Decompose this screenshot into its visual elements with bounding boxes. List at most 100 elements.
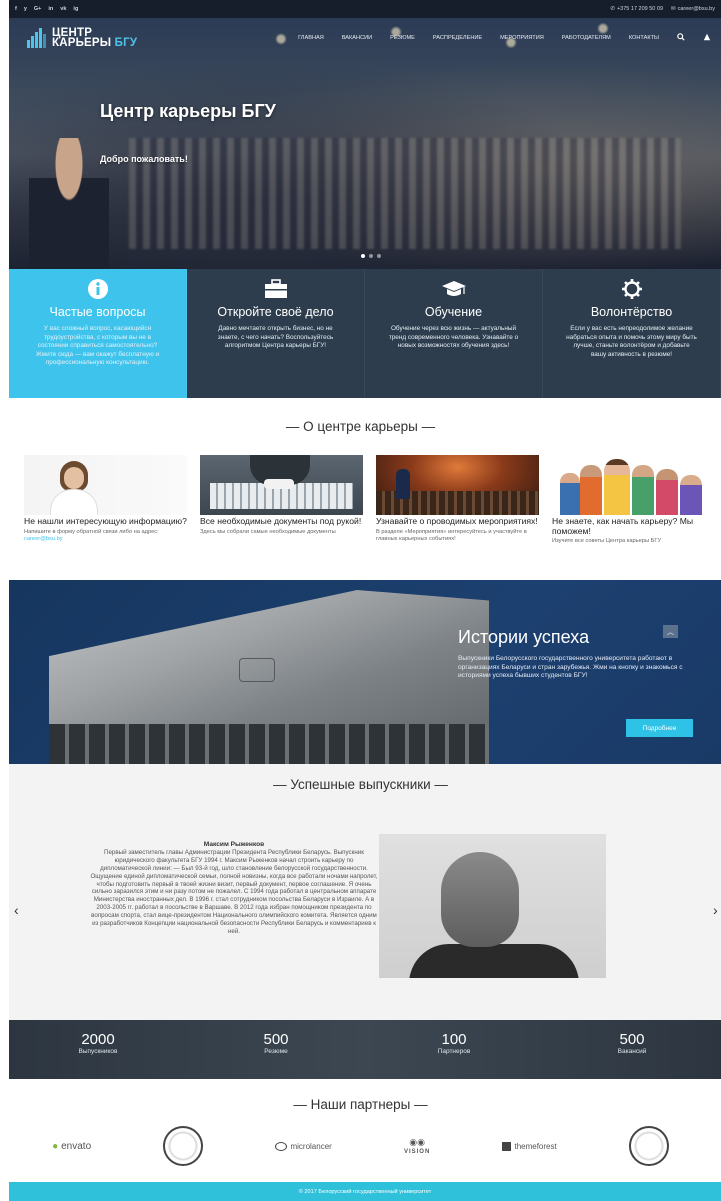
linkedin-icon[interactable]: in [48,6,53,12]
tile-title: Откройте своё дело [217,305,334,319]
card-email-link[interactable]: career@bsu.by [24,536,63,542]
chevron-up-icon: ︿ [667,628,674,636]
stat-value: 2000 [81,1031,115,1048]
search-icon[interactable] [677,33,685,43]
nav-item-home[interactable]: ГЛАВНАЯ [298,35,324,41]
graduates-section-title: — Успешные выпускники — [273,777,448,792]
owl-icon: ◉◉ [409,1137,425,1147]
tile-title: Обучение [424,305,483,319]
portrait-suit [409,944,579,978]
about-card-career[interactable]: Не знаете, как начать карьеру? Мы поможе… [552,455,715,545]
portrait-face [441,852,519,947]
card-text: Изучите все советы Центра карьеры БГУ [552,538,662,544]
logo-accent: БГУ [114,37,138,49]
google-plus-icon[interactable]: G+ [34,6,42,12]
partner-envato[interactable]: ● envato [52,1141,91,1152]
info-icon [87,279,108,299]
twitter-icon[interactable]: y [24,6,27,12]
chevron-left-icon[interactable]: ‹ [14,902,19,918]
themeforest-icon [502,1141,512,1151]
tile-faq[interactable]: Частые вопросы У вас сложный вопрос, кас… [9,269,187,398]
partner-badge-logo[interactable] [628,1126,669,1166]
phone-icon: ✆ [610,6,615,12]
email-contact[interactable]: ✉ career@bsu.by [671,6,715,12]
card-image-students [552,455,715,515]
card-image-event [376,455,539,515]
tile-title: Волонтёрство [590,305,673,319]
logo-bars-icon [27,28,49,48]
tile-business[interactable]: Откройте своё дело Давно мечтаете открыт… [187,269,365,398]
nav-item-employers[interactable]: РАБОТОДАТЕЛЯМ [562,35,611,41]
stat-partners: 100 Партнеров [365,1020,543,1079]
about-card-documents[interactable]: Все необходимые документы под рукой! Зде… [200,455,363,545]
slider-dot[interactable] [369,254,373,258]
instagram-icon[interactable]: ig [73,6,78,12]
nav-item-vacancies[interactable]: ВАКАНСИИ [342,35,372,41]
partner-name: VISION [403,1149,431,1155]
graduate-portrait [379,834,606,978]
site-logo[interactable]: ЦЕНТР КАРЬЕРЫ БГУ [27,27,138,49]
social-links: f y G+ in vk ig [15,6,78,12]
card-title: Не нашли интересующую информацию? [24,516,187,526]
nav-item-contacts[interactable]: КОНТАКТЫ [629,35,659,41]
hero-subtitle: Добро пожаловать! [100,154,188,164]
vk-icon[interactable]: vk [60,6,66,12]
nav-item-events[interactable]: МЕРОПРИЯТИЯ [500,35,544,41]
stat-graduates: 2000 Выпускников [9,1020,187,1079]
partner-name: themeforest [514,1141,557,1151]
building-crest [239,658,275,682]
about-section-title: — О центре карьеры — [285,419,436,434]
card-image-documents [200,455,363,515]
facebook-icon[interactable]: f [15,6,17,12]
stat-label: Резюме [264,1048,288,1055]
tile-text: У вас сложный вопрос, касающийся трудоус… [35,325,160,367]
hero-title: Центр карьеры БГУ [100,101,276,121]
card-text: Здесь мы собрали самые необходимые докум… [200,528,336,535]
scroll-top-button[interactable]: ︿ [663,625,678,638]
partner-badge-logo[interactable] [163,1126,204,1166]
briefcase-icon [264,279,287,298]
footer: © 2017 Белорусский государственный униве… [9,1182,721,1201]
card-title: Не знаете, как начать карьеру? Мы поможе… [552,516,694,536]
feature-tiles: Частые вопросы У вас сложный вопрос, кас… [9,269,721,398]
graduates-section: — Успешные выпускники — ‹ Максим Рыженко… [9,764,721,1020]
contact-info: ✆ +375 17 209 50 09 ✉ career@bsu.by [610,6,715,12]
envato-leaf-icon: ● [52,1140,59,1152]
partner-microlancer[interactable]: microlancer [275,1141,332,1151]
partner-name: envato [61,1140,92,1152]
mail-icon: ✉ [671,6,676,12]
card-image-operator [24,455,187,515]
tile-education[interactable]: Обучение Обучение через всю жизнь — акту… [365,269,543,398]
partner-vision[interactable]: ◉◉ VISION [404,1137,430,1155]
gear-icon [621,279,642,299]
microlancer-icon [275,1141,288,1151]
nav-item-resume[interactable]: РЕЗЮМЕ [390,35,415,41]
about-cards: Не нашли интересующую информацию? Напиши… [24,455,715,545]
email-address: career@bsu.by [677,6,715,12]
hero-image-audience [129,138,681,249]
user-icon[interactable] [703,33,711,43]
graduate-name: Максим Рыженков [203,841,265,848]
card-title: Все необходимые документы под рукой! [200,516,362,526]
building-windows [49,724,489,764]
graduation-cap-icon [441,281,466,296]
tile-volunteering[interactable]: Волонтёрство Если у вас есть непреодолим… [543,269,721,398]
logo-text: ЦЕНТР КАРЬЕРЫ БГУ [52,27,138,49]
more-button[interactable]: Подробнее [626,719,693,737]
card-title: Узнавайте о проводимых мероприятиях! [376,516,538,526]
about-card-events[interactable]: Узнавайте о проводимых мероприятиях! В р… [376,455,539,545]
stats-bar: 2000 Выпускников 500 Резюме 100 Партнеро… [9,1020,721,1079]
nav-item-distribution[interactable]: РАСПРЕДЕЛЕНИЕ [433,35,482,41]
about-card-contact[interactable]: Не нашли интересующую информацию? Напиши… [24,455,187,545]
partners-section-title: — Наши партнеры — [293,1097,428,1112]
stat-label: Выпускников [78,1048,118,1055]
chevron-right-icon[interactable]: › [713,902,718,918]
slider-dot[interactable] [361,254,365,258]
phone-contact[interactable]: ✆ +375 17 209 50 09 [610,6,663,12]
card-text: В разделе «Мероприятия» интересуйтесь и … [376,528,527,542]
partner-themeforest[interactable]: themeforest [502,1141,557,1151]
slider-dot[interactable] [377,254,381,258]
tile-title: Частые вопросы [49,305,146,319]
logo-line-2: КАРЬЕРЫ [52,37,112,49]
partner-name: microlancer [290,1141,332,1151]
